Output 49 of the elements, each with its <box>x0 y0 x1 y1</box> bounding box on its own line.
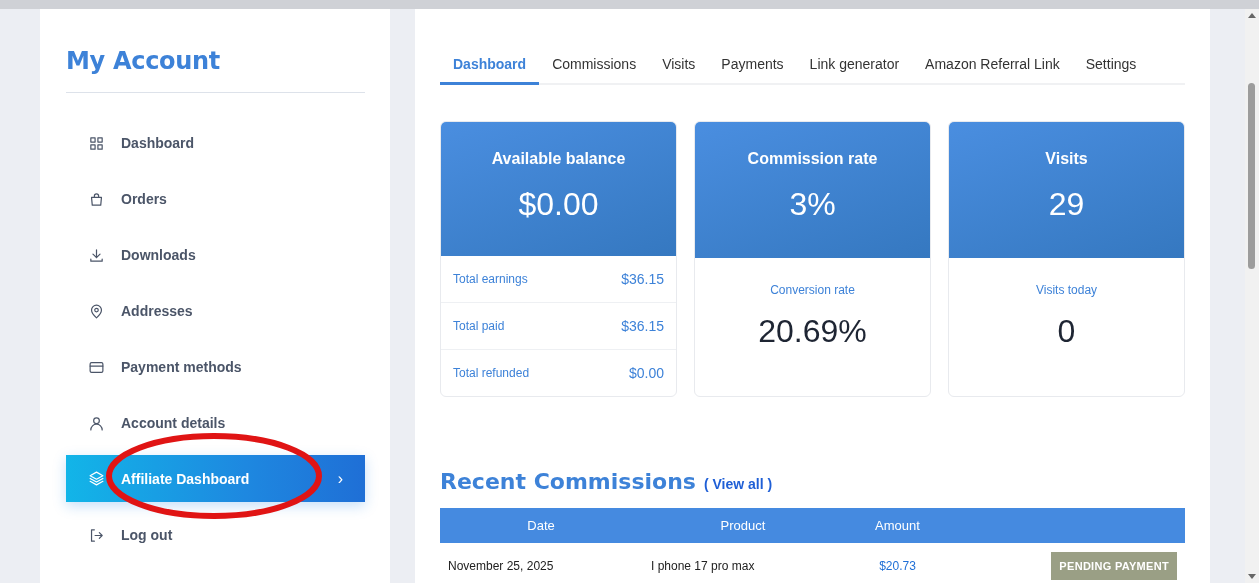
bag-icon <box>88 190 105 208</box>
sidebar-item[interactable]: Addresses <box>66 283 365 339</box>
row-value: $36.15 <box>621 271 664 287</box>
sidebar-item[interactable]: Log out <box>66 507 365 563</box>
scrollbar[interactable] <box>1245 9 1259 583</box>
user-icon <box>88 414 105 432</box>
sub-value: 0 <box>1057 313 1076 350</box>
card-value: 29 <box>1048 186 1085 223</box>
grid-icon <box>88 134 105 152</box>
layers-icon <box>88 470 105 487</box>
row-label: Total earnings <box>453 272 528 286</box>
row-label: Total refunded <box>453 366 530 380</box>
card-value: 3% <box>789 186 836 223</box>
sub-label: Visits today <box>1035 283 1098 297</box>
tab[interactable]: Visits <box>649 53 709 85</box>
column-header: Amount <box>844 508 951 543</box>
row-value: $36.15 <box>621 318 664 334</box>
table-cell: November 25, 2025 <box>440 543 642 583</box>
sidebar-item[interactable]: Account details <box>66 395 365 451</box>
tab[interactable]: Amazon Referral Link <box>912 53 1073 85</box>
section-title: Recent Commissions <box>440 469 696 494</box>
sidebar-item[interactable]: Downloads <box>66 227 365 283</box>
sidebar-item[interactable]: Orders <box>66 171 365 227</box>
tab[interactable]: Commissions <box>539 53 650 85</box>
download-icon <box>88 246 105 264</box>
location-pin-icon <box>88 302 105 320</box>
tab[interactable]: Link generator <box>796 53 913 85</box>
tab[interactable]: Settings <box>1072 53 1150 85</box>
column-header: Date <box>440 508 642 543</box>
sub-value: 20.69% <box>758 313 867 350</box>
card-title: Visits <box>1045 150 1088 168</box>
account-title: My Account <box>66 46 222 75</box>
view-all-link[interactable]: ( View all ) <box>703 476 773 492</box>
table-cell: $20.73 <box>844 543 951 583</box>
row-value: $0.00 <box>628 365 664 381</box>
sub-label: Conversion rate <box>770 283 855 297</box>
tab[interactable]: Dashboard <box>440 53 540 85</box>
status-badge: PENDING PAYMENT <box>1051 552 1177 580</box>
card-title: Commission rate <box>747 150 878 168</box>
logout-icon <box>88 526 105 544</box>
tab[interactable]: Payments <box>708 53 797 85</box>
card-title: Available balance <box>491 150 626 168</box>
sidebar-item[interactable]: Payment methods <box>66 339 365 395</box>
sidebar-item[interactable]: Dashboard <box>66 115 365 171</box>
card-value: $0.00 <box>518 186 599 223</box>
table-cell: I phone 17 pro max <box>642 543 844 583</box>
row-label: Total paid <box>453 319 505 333</box>
column-header: Product <box>642 508 844 543</box>
sidebar-item[interactable]: Affiliate Dashboard › <box>66 455 365 502</box>
